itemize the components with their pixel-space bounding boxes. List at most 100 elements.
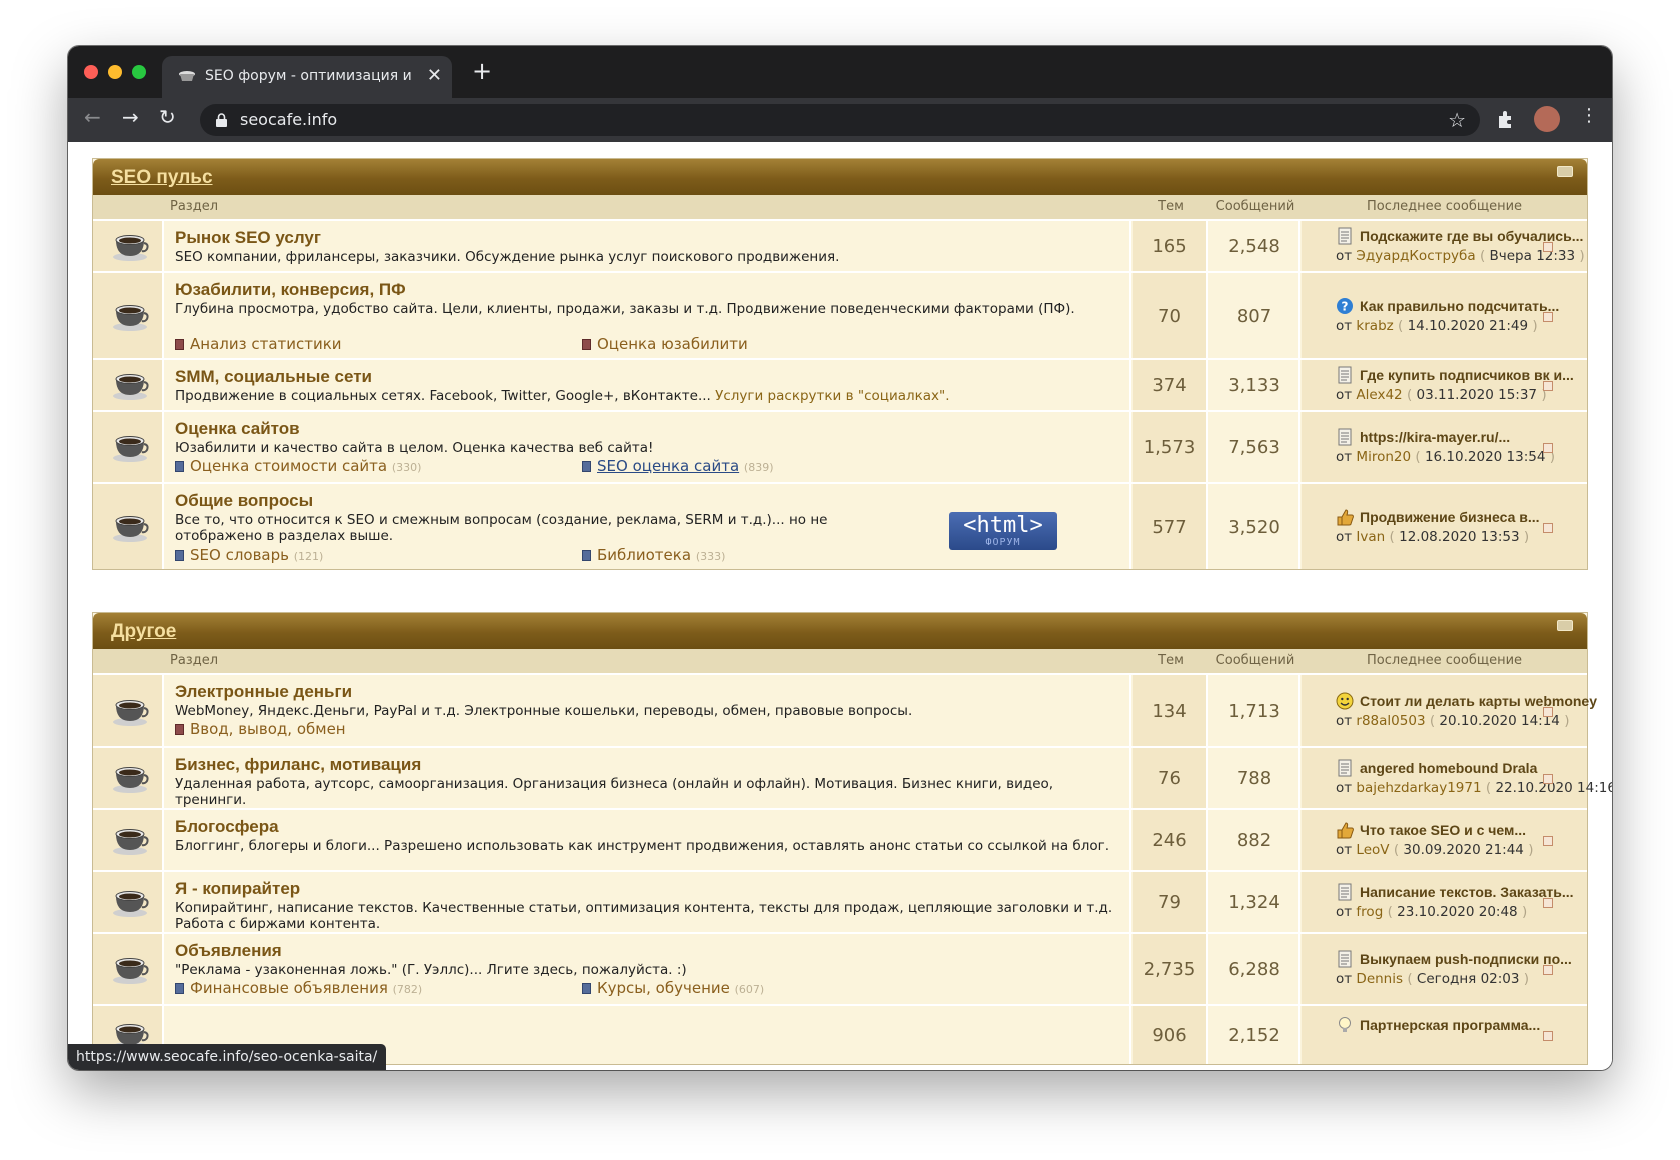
category-title-link[interactable]: Другое xyxy=(111,621,176,643)
forum-info-cell: Блогосфера Блоггинг, блогеры и блоги... Р… xyxy=(166,810,1131,870)
goto-last-post-icon[interactable] xyxy=(1543,242,1553,252)
goto-last-post-icon[interactable] xyxy=(1543,774,1553,784)
profile-avatar[interactable] xyxy=(1534,106,1560,132)
subforum-link[interactable]: Курсы, обучение (607) xyxy=(582,979,764,997)
subforum-link[interactable]: Библиотека (333) xyxy=(582,546,725,564)
bookmark-star-icon[interactable]: ☆ xyxy=(1448,108,1466,132)
address-bar[interactable]: seocafe.info ☆ xyxy=(200,104,1480,136)
close-window-button[interactable] xyxy=(84,65,98,79)
forum-title-link[interactable]: Оценка сайтов xyxy=(175,419,300,439)
subforum-link[interactable]: Оценка стоимости сайта (330) xyxy=(175,457,421,475)
forum-title-link[interactable]: Электронные деньги xyxy=(175,682,352,702)
goto-last-post-icon[interactable] xyxy=(1543,898,1553,908)
reload-button[interactable]: ↻ xyxy=(159,107,176,127)
last-post-user-link[interactable]: r88al0503 xyxy=(1356,713,1425,729)
forum-title-link[interactable]: Я - копирайтер xyxy=(175,879,300,899)
forum-row: Общие вопросы Все то, что относится к SEO… xyxy=(93,482,1587,569)
open-paren: ( xyxy=(1479,248,1486,264)
forum-title-link[interactable]: Блогосфера xyxy=(175,817,279,837)
last-post-title-link[interactable]: Стоит ли делать карты webmoney xyxy=(1360,693,1597,709)
subforum-icon xyxy=(175,983,184,994)
goto-last-post-icon[interactable] xyxy=(1543,312,1553,322)
posts-count: 1,713 xyxy=(1228,701,1280,722)
last-post-user-link[interactable]: frog xyxy=(1356,904,1383,920)
last-post-user-link[interactable]: LeoV xyxy=(1356,842,1389,858)
doc-icon xyxy=(1338,366,1352,384)
last-post-user-link[interactable]: bajehzdarkay1971 xyxy=(1356,780,1481,796)
last-post-date: Сегодня 02:03 xyxy=(1416,971,1520,987)
subforum-count: (782) xyxy=(392,983,423,996)
forum-title-link[interactable]: Объявления xyxy=(175,941,282,961)
posts-count: 807 xyxy=(1236,306,1272,327)
last-post-byline: от Dennis ( Сегодня 02:03 ) xyxy=(1336,971,1529,987)
last-post-user-link[interactable]: krabz xyxy=(1356,318,1393,334)
last-post-title-link[interactable]: https://kira-mayer.ru/... xyxy=(1360,429,1510,445)
last-post-title-link[interactable]: angered homebound Drala xyxy=(1360,760,1537,776)
doc-icon xyxy=(1338,759,1352,777)
posts-count-cell: 3,520 xyxy=(1210,484,1300,569)
forum-title-link[interactable]: Общие вопросы xyxy=(175,491,313,511)
tab-title: SEO форум - оптимизация и пр xyxy=(205,68,415,84)
forum-row: Объявления "Реклама - узаконенная ложь." … xyxy=(93,932,1587,1004)
last-post-user-link[interactable]: ЭдуардКоструба xyxy=(1356,248,1475,264)
goto-last-post-icon[interactable] xyxy=(1543,1031,1553,1041)
minimize-window-button[interactable] xyxy=(108,65,122,79)
back-button[interactable]: ← xyxy=(84,107,101,127)
forum-row: Блогосфера Блоггинг, блогеры и блоги... Р… xyxy=(93,808,1587,870)
new-tab-button[interactable]: + xyxy=(472,59,492,83)
subforum-link[interactable]: Анализ статистики xyxy=(175,335,342,353)
posts-count-cell: 788 xyxy=(1210,748,1300,808)
forum-description: "Реклама - узаконенная ложь." (Г. Уэллс)… xyxy=(175,962,687,978)
open-paren: ( xyxy=(1406,387,1413,403)
last-post-title-link[interactable]: Как правильно подсчитать... xyxy=(1360,298,1559,314)
goto-last-post-icon[interactable] xyxy=(1543,965,1553,975)
coffee-cup-icon xyxy=(113,235,149,261)
topics-count: 246 xyxy=(1152,830,1187,851)
subforum-link[interactable]: Ввод, вывод, обмен xyxy=(175,720,346,738)
forum-title-link[interactable]: Юзабилити, конверсия, ПФ xyxy=(175,280,406,300)
html-forum-badge[interactable]: <html> ФОРУМ xyxy=(949,512,1057,550)
goto-last-post-icon[interactable] xyxy=(1543,836,1553,846)
subforum-link[interactable]: Оценка юзабилити xyxy=(582,335,748,353)
svg-text:?: ? xyxy=(1342,300,1349,314)
last-post-user-link[interactable]: Ivan xyxy=(1356,529,1385,545)
goto-last-post-icon[interactable] xyxy=(1543,381,1553,391)
collapse-category-icon[interactable] xyxy=(1557,166,1573,177)
last-post-cell: angered homebound Drala от bajehzdarkay19… xyxy=(1302,748,1612,808)
doc-icon xyxy=(1338,227,1352,245)
forum-title-link[interactable]: Рынок SEO услуг xyxy=(175,228,321,248)
subforum-icon xyxy=(175,339,184,350)
forward-button[interactable]: → xyxy=(122,107,139,127)
last-post-title-link[interactable]: Продвижение бизнеса в... xyxy=(1360,509,1540,525)
last-post-title-link[interactable]: Где купить подписчиков вк и... xyxy=(1360,367,1574,383)
close-tab-icon[interactable]: ✕ xyxy=(427,65,442,86)
maximize-window-button[interactable] xyxy=(132,65,146,79)
extensions-icon[interactable] xyxy=(1496,109,1516,129)
last-post-title-link[interactable]: Что такое SEO и с чем... xyxy=(1360,822,1526,838)
forum-description-link[interactable]: Услуги раскрутки в "социалках". xyxy=(715,388,949,404)
last-post-user-link[interactable]: Miron20 xyxy=(1356,449,1411,465)
menu-kebab-icon[interactable]: ⋮ xyxy=(1580,107,1598,125)
collapse-category-icon[interactable] xyxy=(1557,620,1573,631)
last-post-user-link[interactable]: Alex42 xyxy=(1356,387,1402,403)
forum-title-link[interactable]: Бизнес, фриланс, мотивация xyxy=(175,755,421,775)
browser-tab[interactable]: SEO форум - оптимизация и пр ✕ xyxy=(162,56,452,98)
subforum-link[interactable]: SEO оценка сайта (839) xyxy=(582,457,774,475)
coffee-cup-icon xyxy=(113,374,149,400)
goto-last-post-icon[interactable] xyxy=(1543,707,1553,717)
subforum-count: (607) xyxy=(734,983,765,996)
category-title-link[interactable]: SEO пульс xyxy=(111,167,213,189)
last-post-title-link[interactable]: Выкупаем push-подписки по... xyxy=(1360,951,1572,967)
goto-last-post-icon[interactable] xyxy=(1543,443,1553,453)
last-post-user-link[interactable]: Dennis xyxy=(1356,971,1403,987)
goto-last-post-icon[interactable] xyxy=(1543,523,1553,533)
subforum-link[interactable]: SEO словарь (121) xyxy=(175,546,323,564)
posts-count: 6,288 xyxy=(1228,959,1280,980)
subforum-link[interactable]: Финансовые объявления (782) xyxy=(175,979,422,997)
last-post-title-link[interactable]: Написание текстов. Заказать... xyxy=(1360,884,1574,900)
forum-title-link[interactable]: SMM, социальные сети xyxy=(175,367,372,387)
topics-count-cell: 577 xyxy=(1133,484,1208,569)
last-post-title-link[interactable]: Партнерская программа... xyxy=(1360,1017,1540,1033)
last-post-byline: от LeoV ( 30.09.2020 21:44 ) xyxy=(1336,842,1533,858)
last-post-date: 12.08.2020 13:53 xyxy=(1399,529,1520,545)
